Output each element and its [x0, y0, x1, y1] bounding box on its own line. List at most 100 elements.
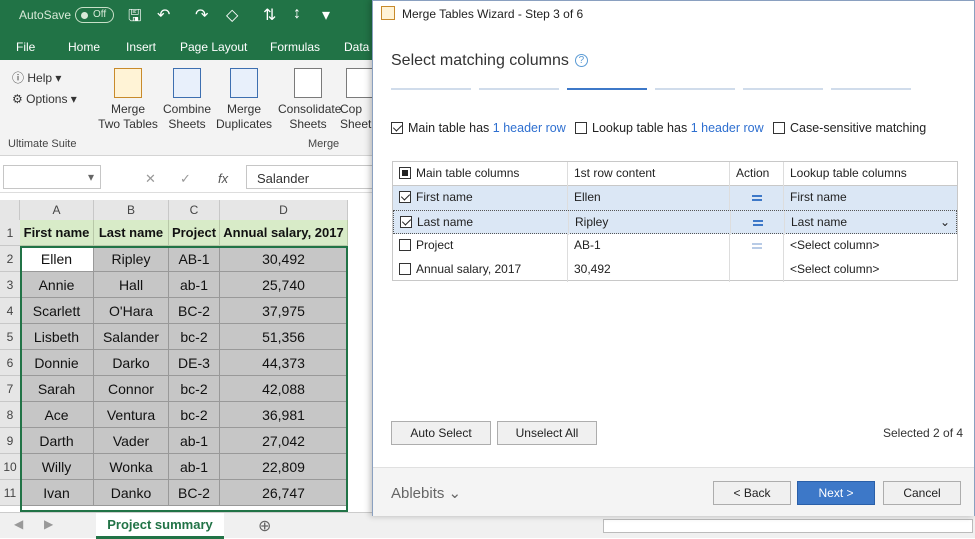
scroll-right-icon[interactable]: ▶	[44, 517, 53, 531]
table-cell[interactable]: 22,809	[220, 454, 348, 480]
table-cell[interactable]: Ellen	[20, 246, 94, 272]
table-cell[interactable]: 37,975	[220, 298, 348, 324]
table-row[interactable]: First name Ellen First name	[393, 186, 957, 210]
header-main-columns[interactable]: Main table columns	[393, 162, 568, 186]
row-checkbox[interactable]	[399, 239, 411, 251]
row-header[interactable]: 11	[0, 480, 20, 506]
row-checkbox[interactable]	[399, 263, 411, 275]
table-cell[interactable]: Ace	[20, 402, 94, 428]
table-cell[interactable]: AB-1	[169, 246, 220, 272]
table-cell[interactable]: Ivan	[20, 480, 94, 506]
select-all-corner[interactable]	[0, 200, 20, 220]
table-cell[interactable]: DE-3	[169, 350, 220, 376]
lookup-header-checkbox[interactable]	[575, 122, 587, 134]
tab-data[interactable]: Data	[344, 40, 369, 54]
table-cell[interactable]: Willy	[20, 454, 94, 480]
help-icon[interactable]: ?	[574, 54, 588, 67]
action-cell[interactable]	[730, 186, 784, 210]
table-cell[interactable]: Connor	[94, 376, 169, 402]
header-cell[interactable]: First name	[20, 220, 94, 246]
row-header[interactable]: 9	[0, 428, 20, 454]
case-sensitive-checkbox[interactable]	[773, 122, 785, 134]
header-cell[interactable]: Last name	[94, 220, 169, 246]
tab-page-layout[interactable]: Page Layout	[180, 40, 247, 54]
select-all-checkbox[interactable]	[399, 167, 411, 179]
table-cell[interactable]: 25,740	[220, 272, 348, 298]
add-sheet-icon[interactable]: ⊕	[258, 516, 271, 536]
equals-icon[interactable]	[751, 195, 762, 201]
table-cell[interactable]: Vader	[94, 428, 169, 454]
table-cell[interactable]: Donnie	[20, 350, 94, 376]
lookup-column-select[interactable]: <Select column>	[784, 234, 957, 258]
table-cell[interactable]: Salander	[94, 324, 169, 350]
case-sensitive-option[interactable]: Case-sensitive matching	[773, 121, 926, 135]
consolidate-sheets-button[interactable]: Consolidate Sheets	[278, 68, 341, 132]
tab-formulas[interactable]: Formulas	[270, 40, 320, 54]
column-header[interactable]: D	[220, 200, 348, 220]
tab-home[interactable]: Home	[68, 40, 100, 54]
table-cell[interactable]: BC-2	[169, 480, 220, 506]
equals-icon[interactable]	[751, 243, 762, 249]
table-cell[interactable]: Danko	[94, 480, 169, 506]
table-cell[interactable]: Darko	[94, 350, 169, 376]
name-box[interactable]: ▾	[3, 165, 101, 189]
formula-input[interactable]: Salander	[246, 165, 380, 189]
lookup-column-select[interactable]: Last name ⌄	[785, 211, 958, 235]
row-header[interactable]: 7	[0, 376, 20, 402]
lookup-column-select[interactable]: First name	[784, 186, 957, 210]
merge-two-tables-button[interactable]: Merge Two Tables	[98, 68, 158, 132]
header-cell[interactable]: Project	[169, 220, 220, 246]
table-row[interactable]: Annual salary, 2017 30,492 <Select column>	[393, 258, 957, 282]
table-cell[interactable]: Ventura	[94, 402, 169, 428]
table-cell[interactable]: Wonka	[94, 454, 169, 480]
sort-desc-icon[interactable]: ↕	[293, 5, 301, 23]
tab-insert[interactable]: Insert	[126, 40, 156, 54]
table-cell[interactable]: 42,088	[220, 376, 348, 402]
table-cell[interactable]: Annie	[20, 272, 94, 298]
equals-icon[interactable]	[752, 220, 763, 226]
table-cell[interactable]: Ripley	[94, 246, 169, 272]
table-cell[interactable]: ab-1	[169, 272, 220, 298]
table-cell[interactable]: 51,356	[220, 324, 348, 350]
combine-sheets-button[interactable]: Combine Sheets	[157, 68, 217, 132]
autosave-toggle[interactable]: Off	[75, 7, 114, 23]
enter-icon[interactable]: ✓	[180, 171, 191, 187]
scroll-left-icon[interactable]: ◀	[14, 517, 23, 531]
sort-icon[interactable]: ⇅	[263, 5, 276, 25]
horizontal-scrollbar[interactable]	[603, 519, 973, 533]
lookup-header-rows-link[interactable]: 1 header row	[691, 121, 764, 135]
sheet-tab-project-summary[interactable]: Project summary	[96, 513, 224, 539]
merge-duplicates-button[interactable]: Merge Duplicates	[214, 68, 274, 132]
unselect-all-button[interactable]: Unselect All	[497, 421, 597, 445]
table-cell[interactable]: Scarlett	[20, 298, 94, 324]
table-cell[interactable]: bc-2	[169, 402, 220, 428]
table-row[interactable]: Last name Ripley Last name ⌄	[393, 210, 958, 235]
table-cell[interactable]: BC-2	[169, 298, 220, 324]
table-cell[interactable]: 27,042	[220, 428, 348, 454]
more-icon[interactable]: ▾	[322, 5, 330, 25]
function-icon[interactable]: fx	[218, 171, 228, 186]
lookup-header-rows-option[interactable]: Lookup table has 1 header row	[575, 121, 764, 135]
table-cell[interactable]: 44,373	[220, 350, 348, 376]
row-header[interactable]: 10	[0, 454, 20, 480]
action-cell[interactable]	[730, 234, 784, 258]
table-cell[interactable]: Sarah	[20, 376, 94, 402]
undo-icon[interactable]: ↶	[157, 5, 170, 25]
touch-mode-icon[interactable]: ◇	[226, 5, 238, 25]
cancel-icon[interactable]: ✕	[145, 171, 156, 187]
row-checkbox[interactable]	[399, 191, 411, 203]
table-row[interactable]: Project AB-1 <Select column>	[393, 234, 957, 258]
column-header[interactable]: B	[94, 200, 169, 220]
lookup-column-select[interactable]: <Select column>	[784, 258, 957, 282]
next-button[interactable]: Next >	[797, 481, 875, 505]
back-button[interactable]: < Back	[713, 481, 791, 505]
ablebits-menu[interactable]: Ablebits ⌄	[391, 484, 461, 502]
header-cell[interactable]: Annual salary, 2017	[220, 220, 348, 246]
table-cell[interactable]: O'Hara	[94, 298, 169, 324]
row-header[interactable]: 8	[0, 402, 20, 428]
main-header-rows-option[interactable]: Main table has 1 header row	[391, 121, 566, 135]
action-cell[interactable]	[731, 211, 785, 235]
column-header[interactable]: C	[169, 200, 220, 220]
table-cell[interactable]: ab-1	[169, 454, 220, 480]
table-cell[interactable]: Darth	[20, 428, 94, 454]
